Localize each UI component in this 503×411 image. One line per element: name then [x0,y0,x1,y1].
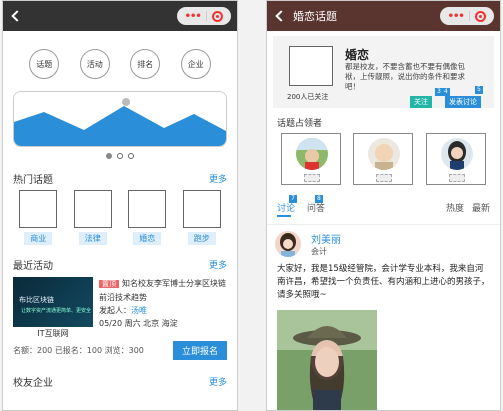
nav-circle-activity[interactable]: 活动 [79,49,110,79]
post-content: 大家好，我是15级经管院，会计学专业本科，我来自河南许昌，希望找一个负责任、有内… [277,264,490,300]
topic-tag: 婚恋 [133,232,162,245]
hot-topics-more-link[interactable]: 更多 [209,172,227,185]
activity-source: IT互联网 [37,329,69,338]
follower-count: 200人已关注 [287,93,329,101]
topic-item-law[interactable]: 法律 [73,190,112,245]
hot-topics-list: 商业 法律 婚恋 跑步 [3,186,237,245]
quick-nav: 话题 活动 排名 企业 [3,31,237,79]
content-tabs: 讨论 7 问答 8 热度 最新 [267,185,500,217]
nav-circle-topic[interactable]: 话题 [29,49,60,79]
page-title: 婚恋话题 [293,10,337,23]
author-name[interactable]: 刘美丽 [311,231,341,246]
topic-tag: 跑步 [187,232,216,245]
annotation-badge: 5 [475,86,483,94]
topic-tag: 法律 [78,232,107,245]
right-top-bar: 婚恋话题 ••• [267,1,500,31]
author-role: 会计 [311,247,327,256]
leader-card[interactable] [425,133,486,185]
topic-description: 都是校友，不要含蓄也不要有偶像包袱，上传靓照，说出你的条件和要求吧！ [345,62,465,91]
annotation-badge: 8 [315,195,323,203]
left-phone-screen: ••• 话题 活动 排名 企业 热门话题 更多 商业 法律 婚恋 跑步 最近活动… [2,0,238,411]
banner-carousel[interactable] [13,91,227,147]
post-discussion-button[interactable]: 发表讨论 [445,96,481,108]
topic-thumbnail [182,190,221,228]
back-arrow-icon[interactable] [11,10,23,22]
activity-image-caption: 布比区块链 [19,296,54,304]
activity-image: 布比区块链 让数字资产流通更简单、更安全 [13,277,93,327]
more-dots-icon[interactable]: ••• [448,11,465,22]
active-tab-indicator [277,215,291,217]
topic-cover-image [289,46,333,86]
activity-info: 置顶 知名校友李军博士分享区块链前沿技术趋势 发起人：汤唯 05/20 周六 北京… [99,277,227,339]
activity-stats: 名额：200 已报名：100 浏览：300 [13,346,144,355]
recent-activity-header: 最近活动 更多 [3,257,237,272]
leader-avatar [440,138,473,170]
right-phone-screen: 婚恋话题 ••• 200人已关注 婚恋 都是校友，不要含蓄也不要有偶像包袱，上传… [266,0,501,411]
annotation-badge: 7 [289,195,297,203]
hot-topics-title: 热门话题 [13,175,53,186]
leader-avatar [296,138,329,170]
recent-activity-title: 最近活动 [13,261,53,272]
topic-leaders-title: 话题占领者 [277,119,323,129]
back-arrow-icon[interactable] [275,10,287,22]
sort-by-newest[interactable]: 最新 [472,201,490,214]
signup-button[interactable]: 立即报名 [172,341,227,360]
pager-dot[interactable] [128,153,134,159]
activity-image-subcaption: 让数字资产流通更简单、更安全 [21,308,92,314]
topic-item-marriage[interactable]: 婚恋 [128,190,167,245]
nav-circle-company[interactable]: 企业 [180,49,211,79]
organizer-name[interactable]: 汤唯 [131,306,147,315]
annotation-badge: 4 [442,88,450,96]
topic-item-business[interactable]: 商业 [19,190,58,245]
left-top-bar: ••• [3,1,237,31]
leader-card[interactable] [353,133,414,185]
leader-card[interactable] [281,133,342,185]
sort-by-hot[interactable]: 热度 [446,201,464,214]
mini-program-capsule[interactable]: ••• [440,7,494,25]
pager-dot[interactable] [117,153,123,159]
recent-activity-more-link[interactable]: 更多 [209,258,227,271]
post-author[interactable]: 刘美丽 会计 [267,225,500,257]
leader-name-placeholder [304,174,321,182]
organizer-label: 发起人： [99,306,131,315]
activity-datetime-location: 05/20 周六 北京 海淀 [99,319,178,328]
alumni-companies-more-link[interactable]: 更多 [209,375,227,388]
follow-button[interactable]: 关注 [410,96,432,108]
pager-dot-active[interactable] [106,153,112,159]
close-target-icon[interactable] [212,10,224,22]
post-photo[interactable] [277,310,377,410]
pinned-badge: 置顶 [99,280,119,288]
leader-name-placeholder [376,174,393,182]
activity-footer: 名额：200 已报名：100 浏览：300 立即报名 [3,339,237,360]
leader-name-placeholder [448,174,465,182]
topic-name: 婚恋 [345,48,370,62]
topic-item-running[interactable]: 跑步 [182,190,221,245]
topic-thumbnail [19,190,58,228]
nav-circle-ranking[interactable]: 排名 [130,49,161,79]
author-avatar [275,231,301,257]
banner-pager [3,153,237,159]
topic-thumbnail [73,190,112,228]
more-dots-icon[interactable]: ••• [185,11,202,22]
topic-summary-card: 200人已关注 婚恋 都是校友，不要含蓄也不要有偶像包袱，上传靓照，说出你的条件… [273,36,494,108]
alumni-companies-title: 校友企业 [13,378,53,389]
close-target-icon[interactable] [475,10,487,22]
topic-tag: 商业 [24,232,53,245]
topic-thumbnail [128,190,167,228]
banner-landscape-image [14,92,226,146]
hot-topics-header: 热门话题 更多 [3,171,237,186]
mini-program-capsule[interactable]: ••• [177,7,231,25]
activity-card[interactable]: 布比区块链 让数字资产流通更简单、更安全 IT互联网 置顶 知名校友李军博士分享区… [3,277,237,339]
leader-avatar [368,138,401,170]
capsule-divider [206,11,208,21]
capsule-divider [469,11,471,21]
alumni-companies-header: 校友企业 更多 [3,374,237,389]
topic-leaders-list [267,133,500,185]
